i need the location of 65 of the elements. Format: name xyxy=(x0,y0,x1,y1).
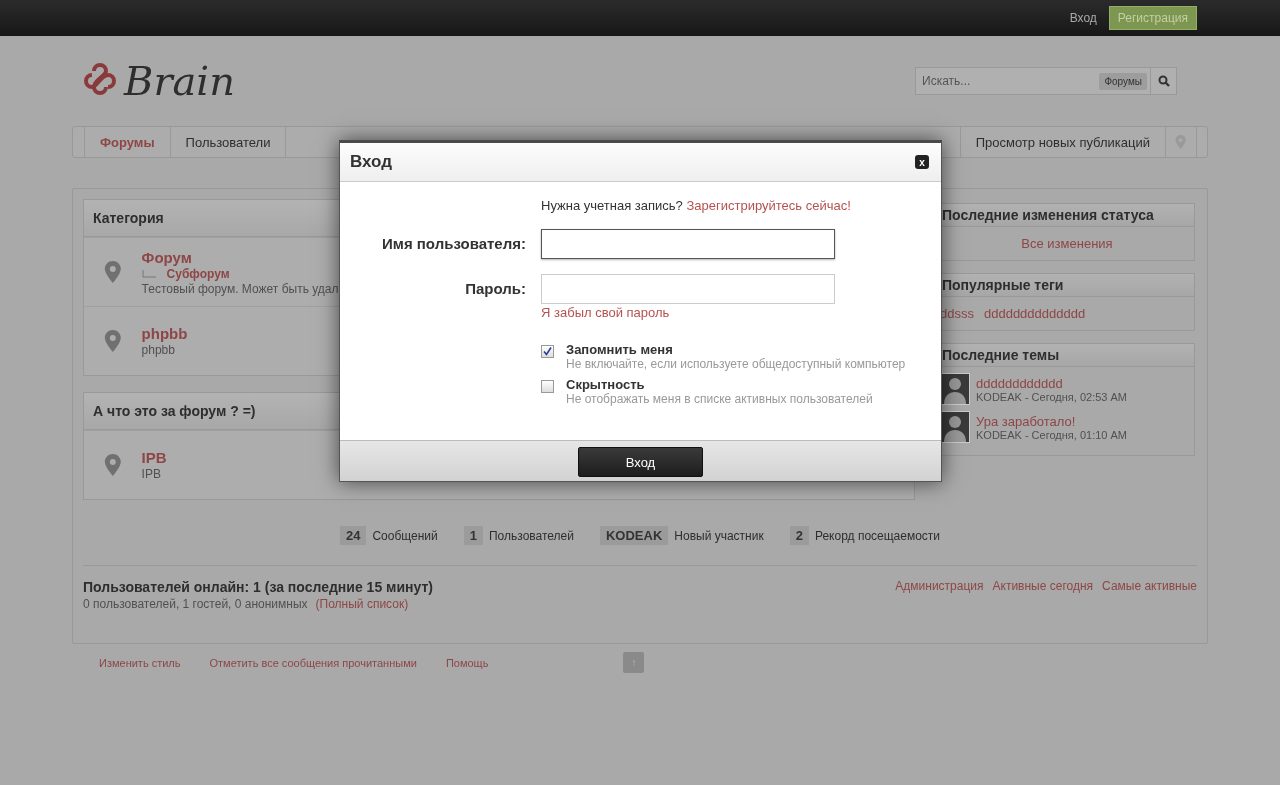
topic-link[interactable]: dddddddddddd xyxy=(976,375,1127,391)
stat-value: 2 xyxy=(789,526,809,545)
panel-title: Последние изменения статуса xyxy=(942,207,1154,223)
topic-link[interactable]: Ура заработало! xyxy=(976,413,1127,429)
checkbox[interactable] xyxy=(541,380,554,393)
search-scope[interactable]: Форумы xyxy=(1099,72,1147,90)
forum-description: IPB xyxy=(141,467,162,481)
panel-title: Последние темы xyxy=(942,347,1060,363)
forum-link[interactable]: Форум xyxy=(141,248,339,266)
topic-meta: KODEAK - Сегодня, 02:53 AM xyxy=(976,390,1127,403)
stat-label: Сообщений xyxy=(372,528,438,543)
footer-link[interactable]: Отметить все сообщения прочитанными xyxy=(209,656,417,669)
branch-icon xyxy=(141,269,156,278)
new-posts-link[interactable]: Просмотр новых публикаций xyxy=(959,127,1166,157)
option-hint: Не включайте, если используете общедоступный компьютер xyxy=(566,357,906,371)
stat-value: 24 xyxy=(339,526,367,545)
map-pin-icon xyxy=(104,454,122,476)
stat-label: Рекорд посещаемости xyxy=(814,528,941,543)
online-link[interactable]: Активные сегодня xyxy=(992,579,1094,611)
avatar-icon xyxy=(940,373,970,405)
online-title: Пользователей онлайн: 1 (за последние 15 минут) xyxy=(83,579,433,595)
username-field[interactable] xyxy=(541,229,835,259)
online-link[interactable]: Администрация xyxy=(895,579,984,611)
login-link[interactable]: Вход xyxy=(1069,11,1097,25)
subforum-link[interactable]: Субфорум xyxy=(166,266,230,281)
forum-description: phpbb xyxy=(141,343,176,357)
register-button[interactable]: Регистрация xyxy=(1108,6,1197,30)
all-changes-link[interactable]: Все изменения xyxy=(1021,236,1113,251)
stat-value: 1 xyxy=(463,526,483,545)
footer-link[interactable]: Помощь xyxy=(445,656,489,669)
stat-label: Новый участник xyxy=(674,528,764,543)
online-summary: 0 пользователей, 1 гостей, 0 анонимных xyxy=(83,597,308,611)
stat-label: Пользователей xyxy=(488,528,574,543)
panel-title: Популярные теги xyxy=(942,277,1064,293)
nav-tab[interactable]: Пользователи xyxy=(169,127,287,157)
footer-link[interactable]: Изменить стиль xyxy=(99,656,181,669)
logo-text: Brain xyxy=(124,58,235,104)
map-pin-icon xyxy=(104,330,122,352)
avatar-icon xyxy=(940,411,970,443)
forum-link[interactable]: IPB xyxy=(141,449,167,466)
option-label: Скрытность xyxy=(566,377,646,392)
close-button[interactable]: x xyxy=(915,155,929,169)
tag-link[interactable]: dddddddddddddd xyxy=(983,306,1086,321)
option-label: Запомнить меня xyxy=(566,342,674,357)
online-link[interactable]: Самые активные xyxy=(1102,579,1197,611)
topic-meta: KODEAK - Сегодня, 01:10 AM xyxy=(976,428,1127,441)
back-to-top-button[interactable]: ↑ xyxy=(623,652,645,673)
prompt-text: Нужна учетная запись? xyxy=(541,198,683,213)
search-icon xyxy=(1157,75,1170,87)
password-field[interactable] xyxy=(541,274,835,304)
dialog-title: Вход xyxy=(350,152,393,172)
option-hint: Не отображать меня в списке активных пользователей xyxy=(566,392,873,406)
map-pin-icon xyxy=(104,261,122,283)
forgot-password-link[interactable]: Я забыл свой пароль xyxy=(541,305,841,320)
password-label: Пароль: xyxy=(464,279,526,297)
username-label: Имя пользователя: xyxy=(381,234,526,252)
nav-tab[interactable]: Форумы xyxy=(84,127,170,157)
stat-value: KODEAK xyxy=(599,526,669,545)
register-now-link[interactable]: Зарегистрируйтесь сейчас! xyxy=(686,198,851,213)
forum-description: Тестовый форум. Может быть удал xyxy=(141,281,339,296)
login-submit-button[interactable]: Вход xyxy=(578,447,703,477)
forum-link[interactable]: phpbb xyxy=(141,325,188,342)
full-list-link[interactable]: (Полный список) xyxy=(315,597,409,611)
checkbox[interactable] xyxy=(541,345,554,358)
search-field[interactable]: Искать... Форумы xyxy=(915,67,1177,95)
